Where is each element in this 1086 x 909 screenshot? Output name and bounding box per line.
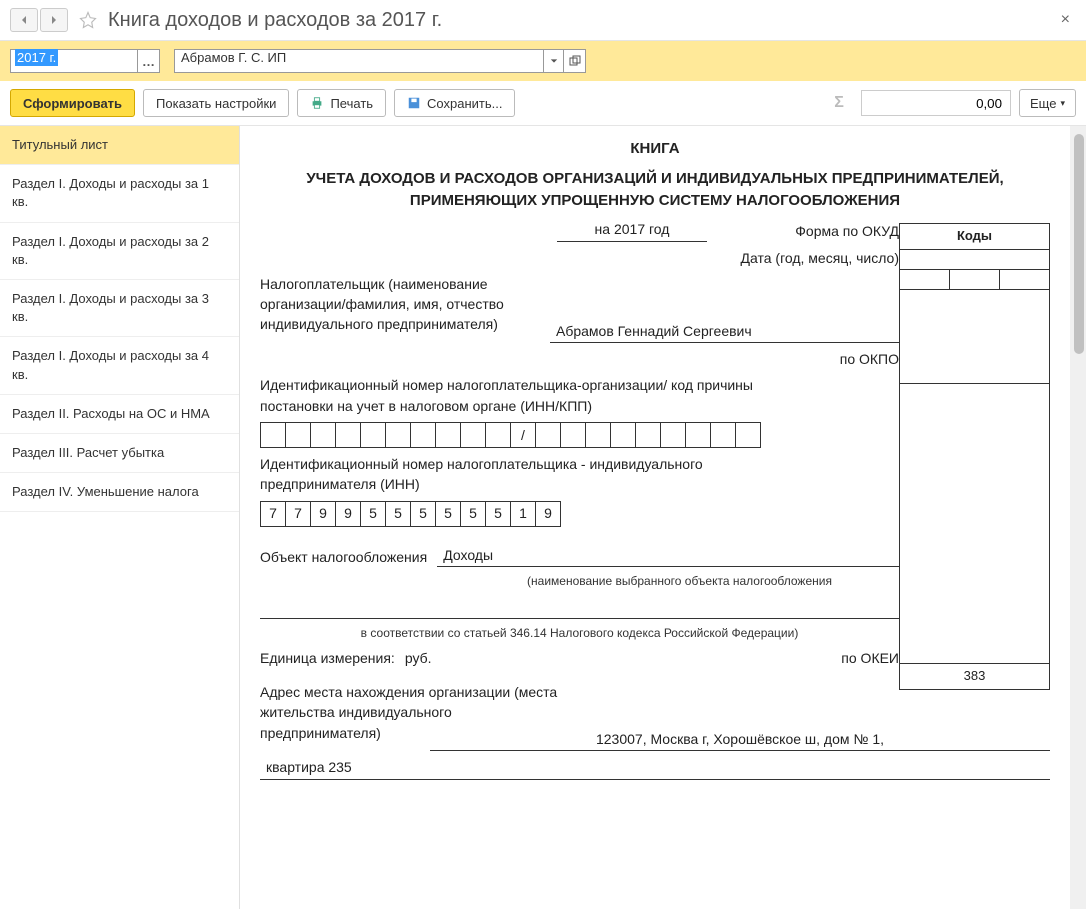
unit-label: Единица измерения: [260,648,395,668]
section-item-2[interactable]: Раздел I. Доходы и расходы за 2 кв. [0,223,239,280]
date-month-cell [950,270,1000,290]
okei-cell: 383 [900,664,1050,690]
inn-kpp-label: Идентификационный номер налогоплательщик… [260,375,770,416]
print-button[interactable]: Печать [297,89,386,117]
forward-button[interactable] [40,8,68,32]
address-line-2: квартира 235 [260,757,1050,779]
document: КНИГА УЧЕТА ДОХОДОВ И РАСХОДОВ ОРГАНИЗАЦ… [260,138,1050,786]
okei-label: по ОКЕИ [841,648,899,668]
okpo-label: по ОКПО [840,349,899,369]
date-day-cell [1000,270,1050,290]
settings-button[interactable]: Показать настройки [143,89,289,117]
period-field: 2017 г. … [10,49,160,73]
unit-value: руб. [405,648,432,668]
sections-sidebar: Титульный лист Раздел I. Доходы и расход… [0,126,240,909]
okud-cell [900,250,1050,270]
doc-heading-2: УЧЕТА ДОХОДОВ И РАСХОДОВ ОРГАНИЗАЦИЙ И И… [260,168,1050,212]
inn-label: Идентификационный номер налогоплательщик… [260,454,770,495]
close-button[interactable]: × [1055,11,1076,29]
sigma-icon: Σ [825,89,853,117]
print-icon [310,96,324,110]
period-input[interactable]: 2017 г. [10,49,138,73]
document-area[interactable]: КНИГА УЧЕТА ДОХОДОВ И РАСХОДОВ ОРГАНИЗАЦ… [240,126,1086,909]
section-item-5[interactable]: Раздел II. Расходы на ОС и НМА [0,395,239,434]
section-item-1[interactable]: Раздел I. Доходы и расходы за 1 кв. [0,165,239,222]
save-icon [407,96,421,110]
okud-label: Форма по ОКУД [719,221,899,241]
codes-header: Коды [900,224,1050,250]
section-item-6[interactable]: Раздел III. Расчет убытка [0,434,239,473]
save-button[interactable]: Сохранить... [394,89,515,117]
inn-kpp-cells: / [260,422,899,448]
scrollbar-thumb[interactable] [1074,134,1084,354]
titlebar: Книга доходов и расходов за 2017 г. × [0,0,1086,41]
toolbar: Сформировать Показать настройки Печать С… [0,81,1086,126]
section-item-7[interactable]: Раздел IV. Уменьшение налога [0,473,239,512]
page-title: Книга доходов и расходов за 2017 г. [108,9,442,32]
organization-dropdown-button[interactable] [544,49,564,73]
organization-select: Абрамов Г. С. ИП [174,49,586,73]
date-label: Дата (год, месяц, число) [741,248,899,268]
nav-arrows [10,8,68,32]
inn-cells: 779955555519 [260,501,899,527]
back-button[interactable] [10,8,38,32]
date-year-cell [900,270,950,290]
filter-bar: 2017 г. … Абрамов Г. С. ИП [0,41,1086,81]
more-menu-button[interactable]: Еще▾ [1019,89,1076,117]
okpo-cell [900,290,1050,384]
section-item-0[interactable]: Титульный лист [0,126,239,165]
address-line-1: 123007, Москва г, Хорошёвское ш, дом № 1… [430,729,1050,751]
organization-open-button[interactable] [564,49,586,73]
taxpayer-name: Абрамов Геннадий Сергеевич [550,321,899,343]
doc-heading-1: КНИГА [260,138,1050,160]
form-button[interactable]: Сформировать [10,89,135,117]
sum-field[interactable] [861,90,1011,116]
section-item-4[interactable]: Раздел I. Доходы и расходы за 4 кв. [0,337,239,394]
spacer-cell [900,384,1050,664]
scrollbar[interactable] [1070,126,1086,909]
favorite-icon[interactable] [78,10,98,30]
period-picker-button[interactable]: … [138,49,160,73]
object-value: Доходы [437,545,899,567]
object-label: Объект налогообложения [260,547,427,567]
organization-input[interactable]: Абрамов Г. С. ИП [174,49,544,73]
year-value: на 2017 год [557,219,707,241]
blank-line [260,596,899,618]
section-item-3[interactable]: Раздел I. Доходы и расходы за 3 кв. [0,280,239,337]
codes-table: Коды 383 [899,223,1050,690]
